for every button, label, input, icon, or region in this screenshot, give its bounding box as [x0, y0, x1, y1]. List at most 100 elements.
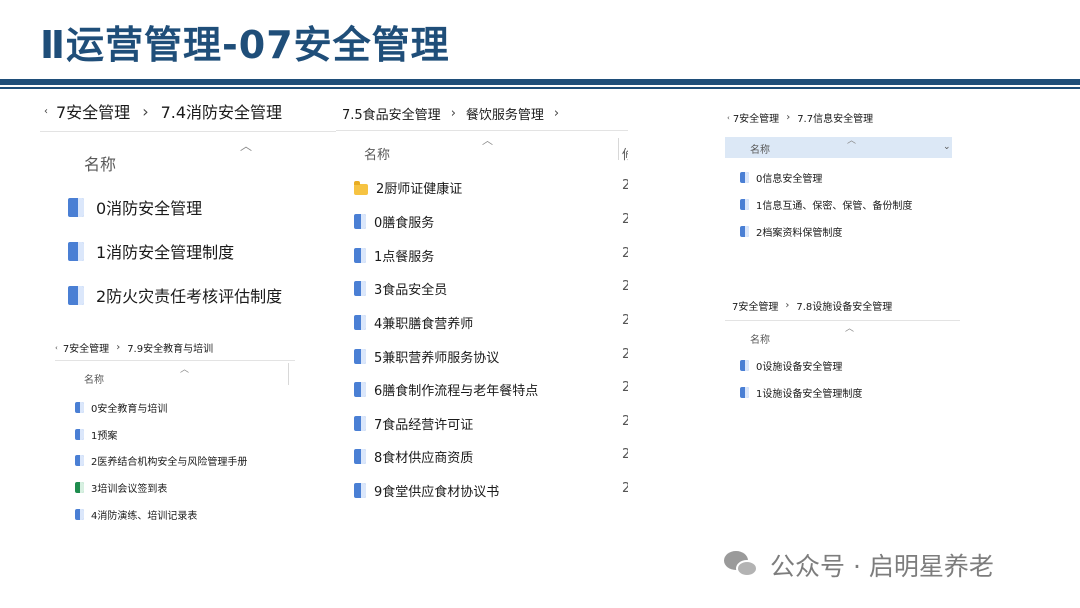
file-row[interactable]: 1设施设备安全管理制度 [740, 385, 862, 400]
file-row[interactable]: 0信息安全管理 [740, 170, 822, 185]
file-name: 7食品经营许可证 [374, 418, 474, 433]
sort-up-icon: ︿ [180, 365, 190, 375]
chevron-right-icon: › [450, 106, 456, 121]
word-document-icon [354, 248, 366, 263]
file-row[interactable]: 2防火灾责任考核评估制度 [68, 283, 282, 307]
title-divider-thin [0, 87, 1080, 89]
file-row[interactable]: 1预案 [75, 427, 117, 442]
word-document-icon [354, 349, 366, 364]
file-row[interactable]: 6膳食制作流程与老年餐特点 [354, 380, 538, 399]
breadcrumb-separator: ‹ [727, 113, 730, 122]
sort-up-icon: ︿ [482, 134, 493, 147]
breadcrumb: 7.5食品安全管理 › 餐饮服务管理 › [342, 104, 559, 123]
file-name: 3培训会议签到表 [91, 484, 168, 495]
breadcrumb-item[interactable]: 7.9安全教育与培训 [127, 340, 213, 355]
file-name: 1点餐服务 [374, 250, 435, 265]
file-name: 1信息互通、保密、保管、备份制度 [756, 201, 913, 212]
file-row[interactable]: 7食品经营许可证 [354, 414, 473, 433]
chevron-down-icon[interactable]: ⌄ [943, 142, 951, 152]
file-row[interactable]: 4消防演练、培训记录表 [75, 507, 197, 522]
file-row[interactable]: 0设施设备安全管理 [740, 358, 842, 373]
file-row[interactable]: 1点餐服务 [354, 246, 434, 265]
sort-up-icon: ︿ [845, 324, 855, 334]
word-document-icon [75, 509, 84, 520]
word-document-icon [68, 241, 84, 261]
file-date-truncated: 2 [622, 246, 628, 261]
file-row[interactable]: 2医养结合机构安全与风险管理手册 [75, 453, 247, 468]
file-row[interactable]: 2档案资料保管制度 [740, 224, 842, 239]
file-row[interactable]: 4兼职膳食营养师 [354, 313, 473, 332]
word-document-icon [354, 382, 366, 397]
file-date-truncated: 2 [622, 447, 628, 462]
breadcrumb-item[interactable]: 7.8设施设备安全管理 [796, 298, 892, 313]
file-date-truncated: 2 [622, 313, 628, 328]
word-document-icon [354, 214, 366, 229]
file-name: 5兼职营养师服务协议 [374, 351, 500, 366]
file-name: 9食堂供应食材协议书 [374, 485, 500, 500]
sort-up-icon: ︿ [847, 136, 857, 146]
file-row[interactable]: 3食品安全员 [354, 279, 447, 298]
breadcrumb-separator: ‹ [55, 343, 58, 352]
file-name: 0信息安全管理 [756, 174, 823, 185]
column-header-name[interactable]: 名称 [750, 331, 770, 346]
column-header-name[interactable]: 名称 [84, 371, 104, 386]
breadcrumb-item[interactable]: 餐饮服务管理 [466, 104, 544, 123]
file-row[interactable]: 3培训会议签到表 [75, 480, 167, 495]
file-name: 6膳食制作流程与老年餐特点 [374, 384, 539, 399]
chevron-right-icon: › [116, 342, 121, 353]
word-document-icon [354, 449, 366, 464]
column-separator[interactable] [288, 363, 289, 385]
explorer-panel-training: ‹ 7安全管理 › 7.9安全教育与培训 ︿ 名称 0安全教育与培训 1预案 2… [55, 333, 295, 533]
word-document-icon [354, 315, 366, 330]
folder-row[interactable]: 2厨师证健康证 [354, 178, 462, 197]
column-header-truncated[interactable]: 修 [622, 144, 628, 163]
file-row[interactable]: 0膳食服务 [354, 212, 434, 231]
sort-up-icon: ︿ [240, 139, 253, 153]
file-row[interactable]: 0消防安全管理 [68, 195, 202, 219]
breadcrumb-item[interactable]: 7.7信息安全管理 [797, 110, 873, 125]
file-row[interactable]: 5兼职营养师服务协议 [354, 347, 499, 366]
wechat-icon [722, 548, 762, 582]
file-name: 0膳食服务 [374, 216, 435, 231]
file-row[interactable]: 1消防安全管理制度 [68, 239, 234, 263]
file-name: 4消防演练、培训记录表 [91, 511, 198, 522]
file-row[interactable]: 0安全教育与培训 [75, 400, 167, 415]
folder-icon [354, 180, 368, 195]
breadcrumb-item[interactable]: 7安全管理 [56, 99, 130, 123]
breadcrumb: ‹ 7安全管理 › 7.7信息安全管理 [727, 110, 873, 125]
breadcrumb-separator: ‹ [44, 105, 48, 117]
breadcrumb-item[interactable]: 7.4消防安全管理 [161, 99, 282, 123]
watermark: 公众号 · 启明星养老 [722, 547, 994, 583]
column-header-name[interactable]: 名称 [750, 141, 770, 156]
chevron-right-icon: › [553, 106, 560, 121]
word-document-icon [68, 285, 84, 305]
word-document-icon [740, 360, 749, 371]
breadcrumb-item[interactable]: 7.5食品安全管理 [342, 104, 441, 123]
divider [725, 320, 960, 321]
file-date-truncated: 2 [622, 279, 628, 294]
file-name: 1设施设备安全管理制度 [756, 389, 863, 400]
breadcrumb-item[interactable]: 7安全管理 [732, 298, 778, 313]
file-name: 0消防安全管理 [96, 199, 203, 218]
file-date-truncated: 2 [622, 347, 628, 362]
file-row[interactable]: 1信息互通、保密、保管、备份制度 [740, 197, 912, 212]
chevron-right-icon: › [142, 101, 149, 121]
file-row[interactable]: 8食材供应商资质 [354, 447, 473, 466]
column-separator[interactable] [618, 138, 619, 160]
breadcrumb-item[interactable]: 7安全管理 [733, 110, 779, 125]
excel-spreadsheet-icon [75, 482, 84, 493]
file-name: 8食材供应商资质 [374, 451, 474, 466]
file-name: 2防火灾责任考核评估制度 [96, 287, 283, 306]
file-date-truncated: 2 [622, 380, 628, 395]
explorer-panel-food-safety: 7.5食品安全管理 › 餐饮服务管理 › ︿ 名称 修 2厨师证健康证 2 0膳… [336, 94, 628, 510]
explorer-panel-info-safety: ‹ 7安全管理 › 7.7信息安全管理 ︿ 名称 ⌄ 0信息安全管理 1信息互通… [725, 100, 952, 250]
divider [55, 360, 295, 361]
file-row[interactable]: 9食堂供应食材协议书 [354, 481, 499, 500]
word-document-icon [354, 483, 366, 498]
column-header-name[interactable]: 名称 [84, 151, 116, 175]
column-header-name[interactable]: 名称 [364, 144, 390, 163]
file-name: 1预案 [91, 431, 118, 442]
watermark-text: 公众号 · 启明星养老 [770, 552, 994, 581]
breadcrumb-item[interactable]: 7安全管理 [63, 340, 109, 355]
word-document-icon [75, 429, 84, 440]
